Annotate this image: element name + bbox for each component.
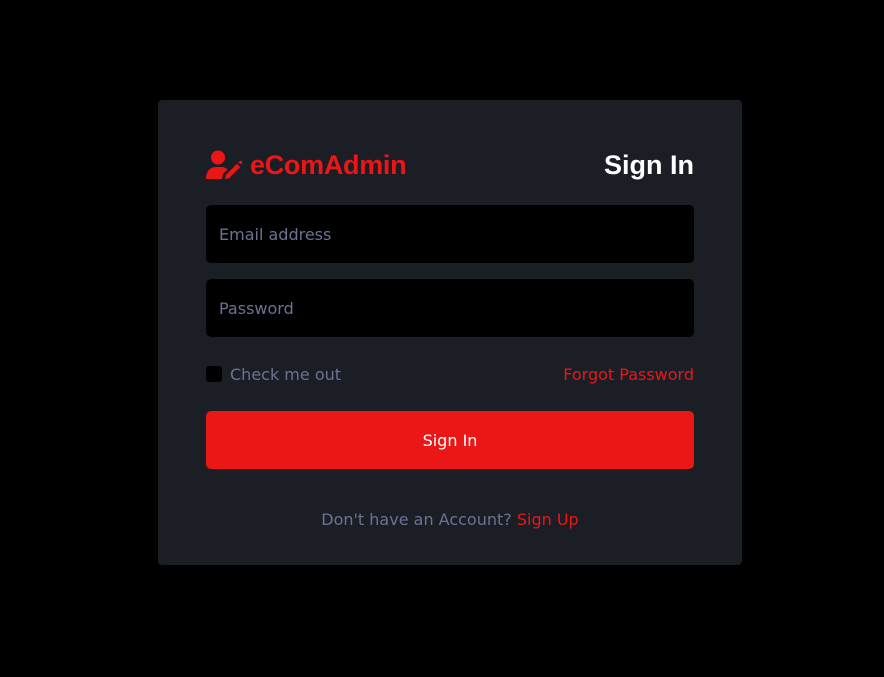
email-field[interactable] bbox=[206, 205, 694, 263]
card-header: eComAdmin Sign In bbox=[206, 148, 694, 182]
remember-checkbox-wrapper[interactable]: Check me out bbox=[206, 365, 341, 384]
forgot-password-link[interactable]: Forgot Password bbox=[563, 365, 694, 384]
form-options: Check me out Forgot Password bbox=[206, 362, 694, 386]
signin-button[interactable]: Sign In bbox=[206, 411, 694, 469]
user-edit-icon bbox=[206, 150, 243, 180]
remember-checkbox[interactable] bbox=[206, 366, 222, 382]
password-field[interactable] bbox=[206, 279, 694, 337]
page-title: Sign In bbox=[604, 149, 694, 180]
signin-card: eComAdmin Sign In Check me out Forgot Pa… bbox=[158, 100, 742, 565]
signup-prompt: Don't have an Account? Sign Up bbox=[206, 510, 694, 529]
remember-label: Check me out bbox=[230, 364, 342, 384]
brand-link[interactable]: eComAdmin bbox=[206, 149, 407, 181]
brand-name: eComAdmin bbox=[250, 149, 407, 180]
signup-link[interactable]: Sign Up bbox=[517, 510, 579, 529]
signup-prompt-text: Don't have an Account? bbox=[321, 510, 512, 529]
